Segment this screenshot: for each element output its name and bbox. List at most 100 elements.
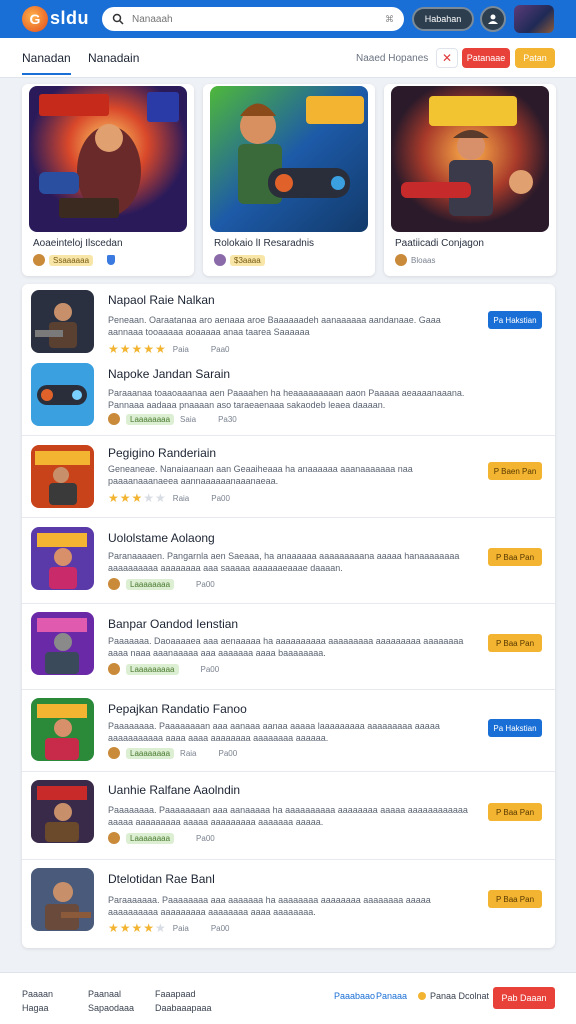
game-tag: Laaaaaaaa	[126, 747, 175, 759]
tabs-row: Nanadan Nanadain Naaed Hopanes ✕ Patanaa…	[0, 38, 576, 78]
game-thumbnail[interactable]	[31, 780, 94, 843]
game-size: Pa00	[196, 833, 215, 843]
featured-image[interactable]	[210, 86, 368, 232]
tab-nanadain[interactable]: Nanadain	[88, 51, 139, 65]
featured-card[interactable]: Paatiicadi Conjagon Bloaas	[384, 84, 556, 276]
game-size: Pa00	[210, 923, 230, 933]
game-title[interactable]: Dtelotidan Rae Banl	[108, 872, 215, 886]
list-item[interactable]: Pepajkan Randatio Fanoo Paaaaaaaa. Paaaa…	[22, 690, 555, 772]
search-box[interactable]: ⌘	[102, 7, 404, 31]
featured-image[interactable]	[29, 86, 187, 232]
logo-text[interactable]: sldu	[50, 8, 89, 29]
author-avatar-icon	[395, 254, 407, 266]
game-size: Pa00	[200, 664, 220, 674]
close-filter-button[interactable]: ✕	[436, 48, 458, 68]
yellow-filter-button[interactable]: Patan	[515, 48, 555, 68]
game-thumbnail[interactable]	[31, 612, 94, 675]
game-description: Paaaaaaa. Daoaaaaea aaa aenaaaaa ha aaaa…	[108, 636, 464, 658]
game-action-button[interactable]: P Baa Pan	[488, 548, 542, 566]
game-title[interactable]: Napoke Jandan Sarain	[108, 367, 230, 381]
game-thumbnail[interactable]	[31, 363, 94, 426]
author-avatar-icon	[214, 254, 226, 266]
game-title[interactable]: Pegigino Randeriain	[108, 446, 216, 460]
game-size: Pa00	[211, 493, 230, 503]
tab-nanadan[interactable]: Nanadan	[22, 51, 71, 75]
list-item[interactable]: Uololstame Aolaong Paranaaaaen. Pangarnl…	[22, 518, 555, 604]
shield-icon	[107, 255, 116, 265]
game-meta: ★★★★★ Paia Pa00	[108, 921, 230, 935]
featured-meta: $3aaaa	[214, 254, 265, 266]
game-action-button[interactable]: P Baa Pan	[488, 803, 542, 821]
author-avatar-icon	[108, 578, 120, 590]
game-title[interactable]: Uanhie Ralfane Aaolndin	[108, 783, 240, 797]
footer-link[interactable]: Faaapaad	[155, 987, 212, 1001]
rating-label: Raia	[180, 748, 197, 758]
game-title[interactable]: Napaol Raie Nalkan	[108, 293, 215, 307]
game-description: Paraaanaa toaaoaaanaa aen Paaaahen ha he…	[108, 388, 465, 410]
game-thumbnail[interactable]	[31, 527, 94, 590]
featured-image[interactable]	[391, 86, 549, 232]
search-icon	[112, 13, 124, 25]
featured-card[interactable]: Rolokaio lI Resaradnis $3aaaa	[203, 84, 375, 276]
featured-card[interactable]: Aoaeinteloj Ilscedan Ssaaaaaa	[22, 84, 194, 276]
footer-link[interactable]: Paanaal	[88, 987, 134, 1001]
header-action-button[interactable]: Habahan	[412, 7, 474, 31]
list-item[interactable]: Pegigino Randeriain Geneaneae. Nanaiaana…	[22, 436, 555, 518]
game-meta: ★★★★★ Raia Pa00	[108, 491, 230, 505]
coin-icon	[418, 992, 426, 1000]
game-thumbnail[interactable]	[31, 698, 94, 761]
game-title[interactable]: Banpar Oandod Ienstian	[108, 617, 238, 631]
featured-title[interactable]: Paatiicadi Conjagon	[395, 238, 484, 249]
footer-link[interactable]: Paaabaao	[334, 991, 375, 1001]
game-title[interactable]: Pepajkan Randatio Fanoo	[108, 702, 247, 716]
rating-stars: ★★★★★	[108, 921, 167, 935]
game-action-button[interactable]: Pa Hakstian	[488, 311, 542, 329]
footer-button[interactable]: Pab Daaan	[493, 987, 555, 1009]
game-action-button[interactable]: P Baa Pan	[488, 634, 542, 652]
game-size: Paa0	[210, 344, 230, 354]
list-item[interactable]: Uanhie Ralfane Aaolndin Paaaaaaaa. Paaaa…	[22, 772, 555, 860]
game-description: Paraaaaaaa. Paaaaaaaa aaa aaaaaaa ha aaa…	[108, 895, 431, 917]
list-item[interactable]: Dtelotidan Rae Banl Paraaaaaaa. Paaaaaaa…	[22, 860, 555, 948]
featured-title[interactable]: Rolokaio lI Resaradnis	[214, 238, 314, 249]
featured-title[interactable]: Aoaeinteloj Ilscedan	[33, 238, 123, 249]
user-button[interactable]	[480, 6, 506, 32]
game-action-button[interactable]: P Baen Pan	[488, 462, 542, 480]
footer-col: Faaapaad Daabaaapaaa	[155, 987, 212, 1015]
footer-link[interactable]: Paaaan	[22, 987, 53, 1001]
game-thumbnail[interactable]	[31, 868, 94, 931]
avatar[interactable]	[514, 5, 554, 33]
game-thumbnail[interactable]	[31, 290, 94, 353]
logo-icon[interactable]: G	[22, 6, 48, 32]
rating-stars: ★★★★★	[108, 342, 167, 356]
game-meta: Laaaaaaaa Raia Pa00	[108, 747, 237, 759]
list-item[interactable]: Banpar Oandod Ienstian Paaaaaaa. Daoaaaa…	[22, 604, 555, 690]
footer-link[interactable]: Daabaaapaaa	[155, 1001, 212, 1015]
game-meta: Laaaaaaaa Pa00	[108, 832, 215, 844]
footer-link[interactable]: Panaaa	[376, 991, 407, 1001]
rating-label: Saia	[180, 414, 197, 424]
game-size: Pa00	[196, 579, 215, 589]
game-list: Napaol Raie Nalkan Peneaan. Oaraatanaa a…	[22, 284, 555, 948]
footer-link[interactable]: Hagaa	[22, 1001, 53, 1015]
filter-label: Naaed Hopanes	[356, 53, 429, 64]
game-meta: Laaaaaaaa Pa00	[108, 578, 215, 590]
game-thumbnail[interactable]	[31, 445, 94, 508]
game-action-button[interactable]: Pa Hakstian	[488, 719, 542, 737]
featured-tag: Ssaaaaaa	[49, 254, 94, 266]
featured-meta: Bloaas	[395, 254, 435, 266]
red-filter-button[interactable]: Patanaae	[462, 48, 510, 68]
footer-link[interactable]: Sapaodaaa	[88, 1001, 134, 1015]
game-title[interactable]: Uololstame Aolaong	[108, 531, 215, 545]
list-item[interactable]: Napoke Jandan Sarain Paraaanaa toaaoaaan…	[22, 356, 555, 436]
game-action-button[interactable]: P Baa Pan	[488, 890, 542, 908]
featured-tag: $3aaaa	[230, 254, 265, 266]
user-icon	[488, 14, 498, 24]
author-avatar-icon	[108, 413, 120, 425]
game-meta: ★★★★★ Paia Paa0	[108, 342, 230, 356]
featured-meta: Ssaaaaaa	[33, 254, 116, 266]
search-input[interactable]	[132, 13, 385, 25]
list-item[interactable]: Napaol Raie Nalkan Peneaan. Oaraatanaa a…	[22, 284, 555, 356]
footer-coin: Panaa Dcolnat	[418, 991, 489, 1001]
game-description: Paaaaaaaa. Paaaaaaaan aaa aanaaa aanaa a…	[108, 721, 440, 743]
